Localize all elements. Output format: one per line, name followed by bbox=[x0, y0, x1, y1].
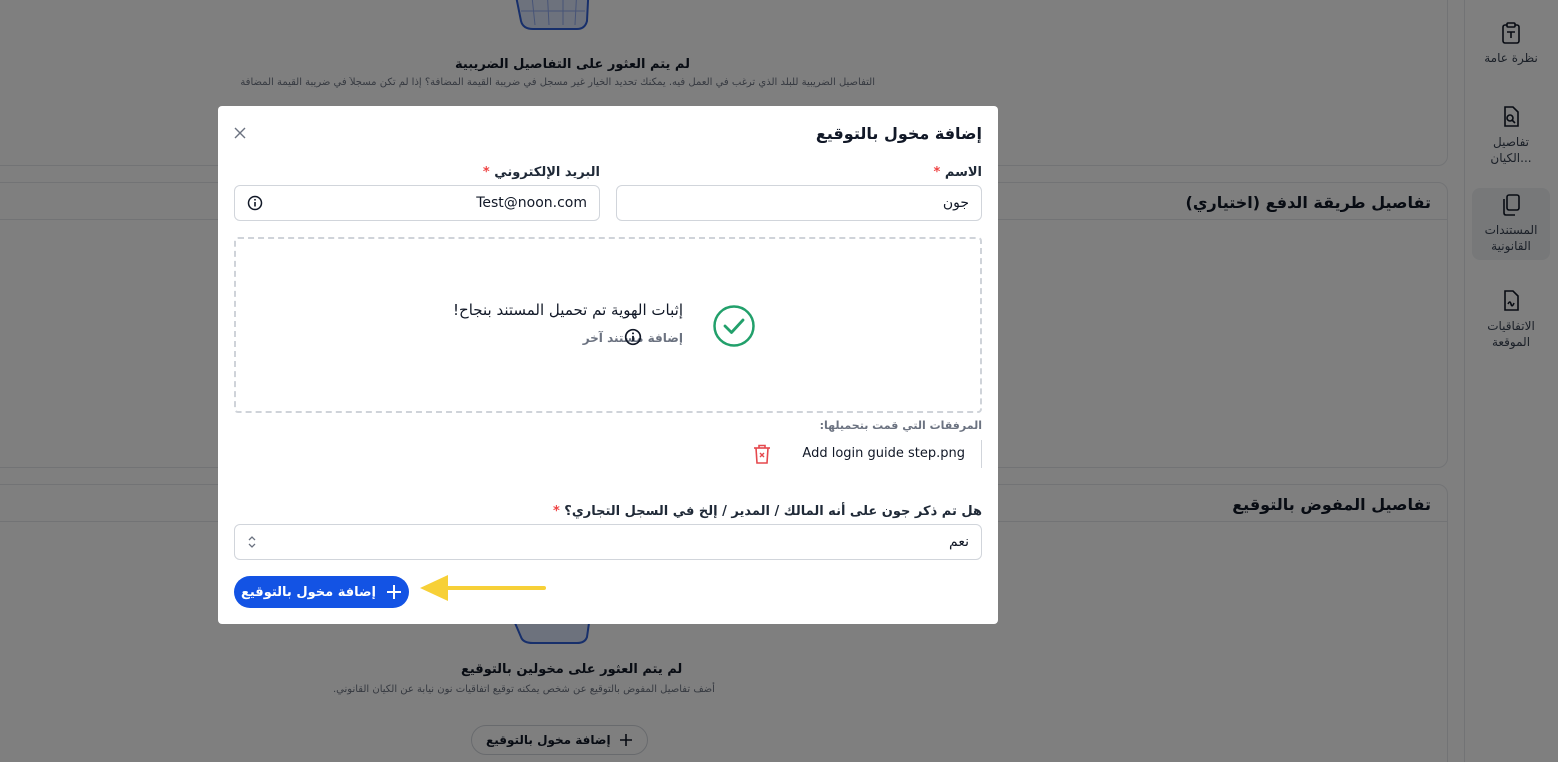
attachment-item: Add login guide step.png bbox=[752, 440, 982, 468]
name-label-text: الاسم bbox=[944, 165, 982, 180]
add-signatory-modal: إضافة مخول بالتوقيع الاسم * جون البريد ا… bbox=[218, 106, 998, 624]
commercial-register-select[interactable]: نعم bbox=[234, 524, 982, 560]
upload-dropzone[interactable]: إثبات الهوية تم تحميل المستند بنجاح! إضا… bbox=[234, 237, 982, 413]
info-icon[interactable] bbox=[247, 195, 263, 211]
name-input[interactable]: جون bbox=[616, 185, 982, 221]
add-signatory-submit-button[interactable]: إضافة مخول بالتوقيع bbox=[234, 576, 409, 608]
email-input[interactable]: Test@noon.com bbox=[234, 185, 600, 221]
check-circle-icon bbox=[713, 305, 755, 347]
required-mark: * bbox=[482, 165, 490, 180]
name-label: الاسم * bbox=[934, 165, 982, 180]
commercial-register-question-label: هل تم ذكر جون على أنه المالك / المدير / … bbox=[553, 504, 982, 519]
delete-attachment-button[interactable] bbox=[752, 443, 772, 469]
attachment-filename: Add login guide step.png bbox=[802, 446, 965, 461]
name-input-value: جون bbox=[942, 195, 969, 211]
attachments-label: المرفقات التي قمت بتحميلها: bbox=[819, 419, 982, 432]
close-icon bbox=[234, 127, 246, 139]
modal-title: إضافة مخول بالتوقيع bbox=[815, 124, 982, 143]
plus-icon bbox=[387, 585, 401, 599]
info-icon bbox=[624, 328, 642, 346]
submit-button-label: إضافة مخول بالتوقيع bbox=[241, 584, 376, 600]
email-input-value: Test@noon.com bbox=[476, 195, 587, 211]
chevron-up-down-icon bbox=[248, 536, 256, 548]
upload-success-message: إثبات الهوية تم تحميل المستند بنجاح! bbox=[453, 301, 683, 319]
select-value: نعم bbox=[949, 534, 969, 550]
close-button[interactable] bbox=[232, 125, 248, 141]
email-label: البريد الإلكتروني * bbox=[483, 165, 600, 180]
question-label-text: هل تم ذكر جون على أنه المالك / المدير / … bbox=[564, 504, 982, 519]
required-mark: * bbox=[933, 165, 941, 180]
trash-icon bbox=[754, 444, 770, 464]
required-mark: * bbox=[552, 504, 560, 519]
annotation-arrow-icon bbox=[420, 575, 546, 601]
email-label-text: البريد الإلكتروني bbox=[494, 165, 600, 180]
